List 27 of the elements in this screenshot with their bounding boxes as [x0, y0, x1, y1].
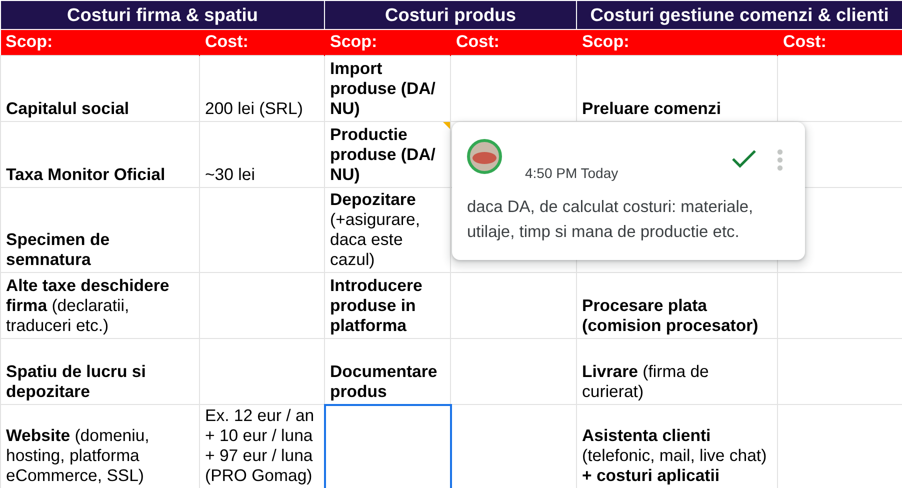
group-header: Costuri produs [324, 0, 577, 30]
table-cell: Capitalul social [0, 56, 200, 122]
column-header: Cost: [200, 30, 324, 56]
table-cell: Taxa Monitor Oficial [0, 122, 200, 188]
table-cell: Website (domeniu, hosting, platforma eCommerce, SSL) [0, 404, 200, 488]
table-cell: Introducere produse in platforma [324, 272, 450, 338]
table-cell: Depozitare (+asigurare, daca este cazul) [324, 188, 450, 272]
column-header: Cost: [778, 30, 902, 56]
table-cell: 200 lei (SRL) [200, 56, 324, 122]
resolve-check-icon[interactable] [731, 149, 757, 169]
table-cell: Import produse (DA/ NU) [324, 56, 450, 122]
table-cell: ~30 lei [200, 122, 324, 188]
comment-time: 4:50 PM Today [525, 164, 618, 183]
selected-cell[interactable] [324, 404, 450, 488]
group-header: Costuri firma & spatiu [0, 0, 324, 30]
table-cell: Procesare plata (comision procesator) [576, 272, 778, 338]
column-header: Scop: [324, 30, 450, 56]
table-cell: Spatiu de lucru si depozitare [0, 338, 200, 404]
column-header: Cost: [450, 30, 577, 56]
group-header: Costuri gestiune comenzi & clienti [576, 0, 902, 30]
avatar-icon [467, 139, 502, 174]
column-header: Scop: [576, 30, 778, 56]
table-cell: Livrare (firma de curierat) [576, 338, 778, 404]
column-header: Scop: [0, 30, 200, 56]
comment-text: daca DA, de calculat costuri: materiale, utilaje, timp si mana de productie etc. [467, 197, 754, 243]
table-cell: Specimen de semnatura [0, 188, 200, 272]
table-cell: Alte taxe deschidere firma (declaratii, traduceri etc.) [0, 272, 200, 338]
